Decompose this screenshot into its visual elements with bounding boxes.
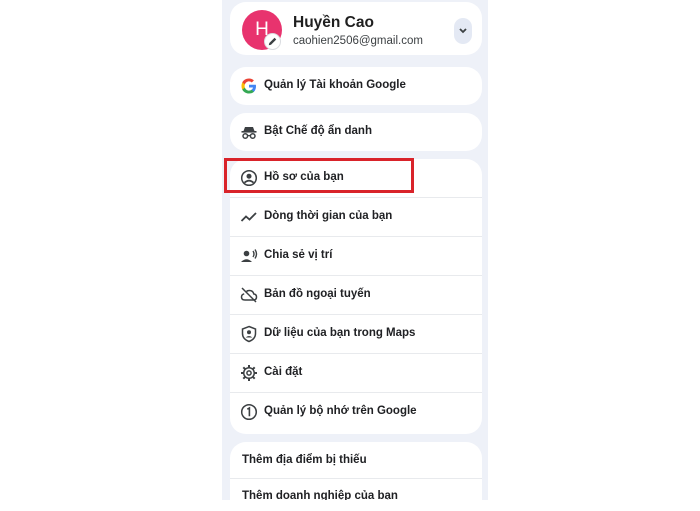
account-name: Huyền Cao [293,14,374,31]
menu-item-label: Bản đồ ngoại tuyến [264,288,371,300]
storage-circle-icon [240,403,258,421]
menu-item-label: Cài đặt [264,366,303,378]
highlight-box [224,158,414,193]
gear-icon [241,365,257,381]
menu-item-label: Dữ liệu của bạn trong Maps [264,327,416,339]
manage-google-account-item[interactable]: Quản lý Tài khoản Google [230,67,482,105]
incognito-icon [241,127,257,140]
manage-account-card: Quản lý Tài khoản Google [230,67,482,105]
account-card: H Huyền Cao caohien2506@gmail.com [230,2,482,55]
chevron-down-icon [459,28,467,34]
menu-item-label: Quản lý bộ nhớ trên Google [264,405,417,417]
add-business-item[interactable]: Thêm doanh nghiệp của bạn [230,478,482,500]
timeline-icon [240,212,257,222]
person-share-icon [241,249,258,262]
add-places-card: Thêm địa điểm bị thiếu Thêm doanh nghiệp… [230,442,482,500]
incognito-mode-label: Bật Chế độ ẩn danh [264,125,372,137]
cloud-off-icon [240,287,258,303]
edit-avatar-icon[interactable] [264,33,281,50]
main-menu-card: Hồ sơ của bạn Dòng thời gian của bạn Chi… [230,159,482,434]
menu-item-your-data-in-maps[interactable]: Dữ liệu của bạn trong Maps [230,315,482,353]
incognito-card: Bật Chế độ ẩn danh [230,113,482,151]
menu-item-timeline[interactable]: Dòng thời gian của bạn [230,198,482,236]
menu-item-offline-maps[interactable]: Bản đồ ngoại tuyến [230,276,482,314]
menu-item-label: Chia sẻ vị trí [264,249,333,261]
expand-accounts-button[interactable] [454,18,472,44]
shield-person-icon [241,325,257,343]
add-missing-place-label: Thêm địa điểm bị thiếu [242,454,367,466]
menu-item-location-sharing[interactable]: Chia sẻ vị trí [230,237,482,275]
add-business-label: Thêm doanh nghiệp của bạn [242,490,398,500]
add-missing-place-item[interactable]: Thêm địa điểm bị thiếu [230,442,482,480]
account-email: caohien2506@gmail.com [293,35,423,47]
incognito-mode-item[interactable]: Bật Chế độ ẩn danh [230,113,482,151]
manage-google-account-label: Quản lý Tài khoản Google [264,79,406,91]
menu-item-storage[interactable]: Quản lý bộ nhớ trên Google [230,393,482,431]
google-g-icon [241,78,256,94]
account-menu-panel: H Huyền Cao caohien2506@gmail.com Quản l… [222,0,488,500]
menu-item-settings[interactable]: Cài đặt [230,354,482,392]
menu-item-label: Dòng thời gian của bạn [264,210,393,222]
